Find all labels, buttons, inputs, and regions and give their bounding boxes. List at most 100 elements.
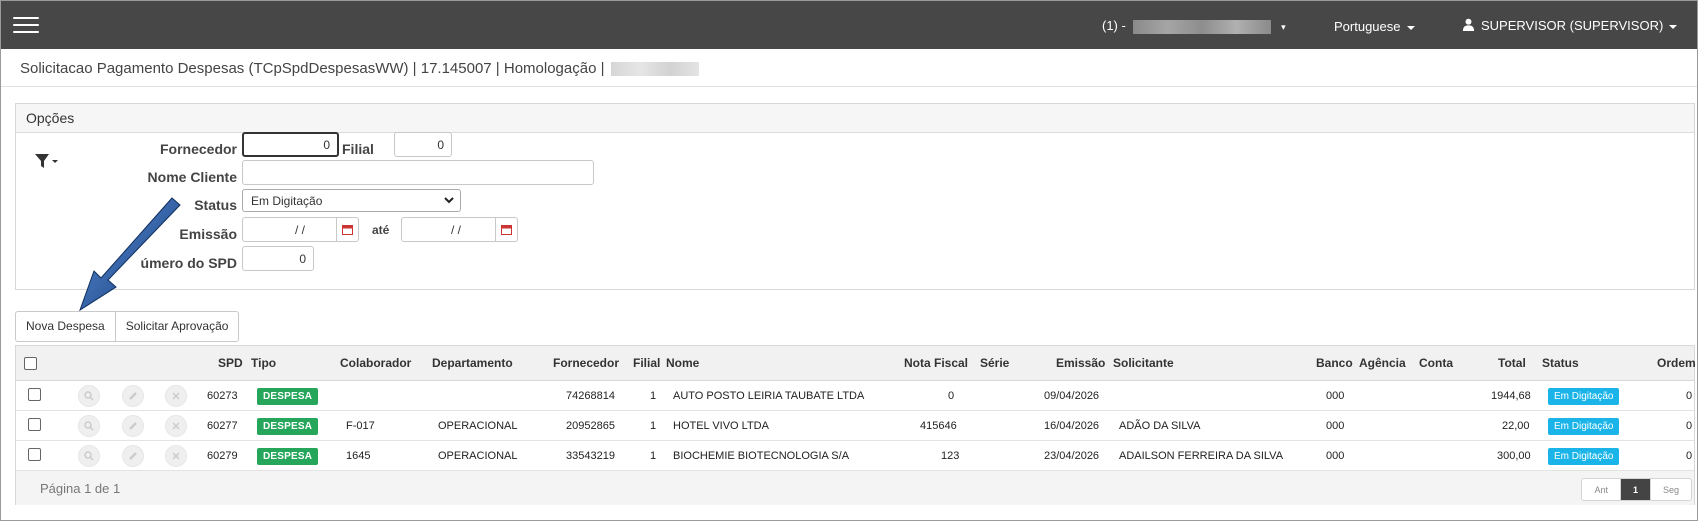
cell-nota-fiscal: 123 <box>941 450 960 462</box>
chevron-down-icon <box>1669 24 1678 29</box>
pager-page-1[interactable]: 1 <box>1619 479 1650 500</box>
filial-input[interactable] <box>394 132 452 157</box>
company-selector[interactable]: (1) - ▾ <box>1102 18 1286 34</box>
view-icon[interactable] <box>78 385 100 407</box>
fornecedor-label: Fornecedor <box>159 141 237 157</box>
col-departamento[interactable]: Departamento <box>432 356 513 370</box>
col-serie[interactable]: Série <box>980 356 1009 370</box>
emissao-from-value: / / <box>295 223 306 237</box>
cell-total: 22,00 <box>1502 420 1530 432</box>
edit-icon[interactable] <box>122 445 144 467</box>
redacted-company-name <box>1133 19 1272 34</box>
col-solicitante[interactable]: Solicitante <box>1113 356 1174 370</box>
tipo-badge: DESPESA <box>257 448 319 465</box>
user-icon <box>1462 18 1475 31</box>
col-ordem[interactable]: Ordem <box>1657 356 1696 370</box>
pager-next-button[interactable]: Seg <box>1649 479 1691 500</box>
cell-emissao: 23/04/2026 <box>1044 450 1100 462</box>
cell-filial: 1 <box>650 390 657 402</box>
delete-icon[interactable] <box>165 415 187 437</box>
row-checkbox[interactable] <box>28 388 41 401</box>
col-nome[interactable]: Nome <box>666 356 699 370</box>
table-row: 60279 DESPESA 1645 OPERACIONAL 33543219 … <box>16 441 1694 471</box>
emissao-to-input[interactable]: / / <box>401 217 518 242</box>
select-all-checkbox[interactable] <box>24 357 37 370</box>
user-menu[interactable]: SUPERVISOR (SUPERVISOR) <box>1462 18 1678 33</box>
top-navbar: (1) - ▾ Portuguese SUPERVISOR (SUPERVISO… <box>1 1 1697 49</box>
cell-nota-fiscal: 415646 <box>920 420 957 432</box>
cell-emissao: 16/04/2026 <box>1044 420 1100 432</box>
filial-label: Filial <box>342 141 374 157</box>
solicitar-aprovacao-button[interactable]: Solicitar Aprovação <box>114 312 239 341</box>
view-icon[interactable] <box>78 415 100 437</box>
hamburger-menu-icon[interactable] <box>13 17 39 35</box>
cell-ordem: 0 <box>1686 450 1693 462</box>
col-conta[interactable]: Conta <box>1419 356 1453 370</box>
cell-spd: 60273 <box>207 390 238 402</box>
col-spd[interactable]: SPD <box>218 356 243 370</box>
filter-icon[interactable] <box>34 152 60 170</box>
nova-despesa-button[interactable]: Nova Despesa <box>16 312 115 341</box>
numero-spd-input[interactable] <box>242 246 314 271</box>
cell-fornecedor: 74268814 <box>566 390 615 402</box>
cell-nota-fiscal: 0 <box>948 390 955 402</box>
action-button-group: Nova Despesa Solicitar Aprovação <box>15 311 240 342</box>
table-row: 60273 DESPESA 74268814 1 AUTO POSTO LEIR… <box>16 381 1694 411</box>
cell-ordem: 0 <box>1686 420 1693 432</box>
calendar-icon[interactable] <box>336 218 358 241</box>
page-title: Solicitacao Pagamento Despesas (TCpSpdDe… <box>20 60 699 77</box>
col-banco[interactable]: Banco <box>1316 356 1353 370</box>
fornecedor-input[interactable] <box>242 132 339 157</box>
delete-icon[interactable] <box>165 385 187 407</box>
status-badge: Em Digitação <box>1548 418 1620 435</box>
cell-spd: 60277 <box>207 420 238 432</box>
cell-emissao: 09/04/2026 <box>1044 390 1100 402</box>
chevron-down-icon <box>1406 25 1415 30</box>
delete-icon[interactable] <box>165 445 187 467</box>
nome-cliente-input[interactable] <box>242 160 594 185</box>
col-status[interactable]: Status <box>1542 356 1579 370</box>
cell-total: 1944,68 <box>1491 390 1531 402</box>
col-nota-fiscal[interactable]: Nota Fiscal <box>904 356 968 370</box>
options-panel: Opções Fornecedor Filial Nome Cliente St… <box>15 103 1695 290</box>
emissao-to-value: / / <box>451 223 462 237</box>
user-name: SUPERVISOR (SUPERVISOR) <box>1481 18 1664 33</box>
emissao-from-input[interactable]: / / <box>242 217 359 242</box>
status-badge: Em Digitação <box>1548 388 1620 405</box>
calendar-icon[interactable] <box>495 218 517 241</box>
tipo-badge: DESPESA <box>257 418 319 435</box>
cell-banco: 000 <box>1326 390 1345 402</box>
col-fornecedor[interactable]: Fornecedor <box>553 356 619 370</box>
cell-fornecedor: 20952865 <box>566 420 615 432</box>
cell-colaborador: 1645 <box>346 450 371 462</box>
cell-departamento: OPERACIONAL <box>438 450 518 462</box>
col-emissao[interactable]: Emissão <box>1056 356 1105 370</box>
col-agencia[interactable]: Agência <box>1359 356 1406 370</box>
redacted-environment <box>610 62 699 77</box>
grid-header: SPD Tipo Colaborador Departamento Fornec… <box>16 346 1696 381</box>
language-label: Portuguese <box>1334 19 1401 34</box>
pager-prev-button[interactable]: Ant <box>1582 479 1620 500</box>
tipo-badge: DESPESA <box>257 388 319 405</box>
row-checkbox[interactable] <box>28 448 41 461</box>
expenses-grid: SPD Tipo Colaborador Departamento Fornec… <box>15 345 1696 505</box>
col-tipo[interactable]: Tipo <box>251 356 276 370</box>
col-colaborador[interactable]: Colaborador <box>340 356 411 370</box>
cell-banco: 000 <box>1326 420 1345 432</box>
status-select-value: Em Digitação <box>251 194 323 208</box>
view-icon[interactable] <box>78 445 100 467</box>
grid-footer: Página 1 de 1 Ant 1 Seg <box>16 471 1694 505</box>
cell-ordem: 0 <box>1686 390 1693 402</box>
edit-icon[interactable] <box>122 385 144 407</box>
small-caret-icon: ▾ <box>1281 22 1286 32</box>
options-header: Opções <box>16 104 1694 133</box>
cell-solicitante: ADAILSON FERREIRA DA SILVA <box>1119 450 1284 462</box>
col-total[interactable]: Total <box>1498 356 1526 370</box>
edit-icon[interactable] <box>122 415 144 437</box>
language-dropdown[interactable]: Portuguese <box>1334 19 1415 34</box>
cell-nome: AUTO POSTO LEIRIA TAUBATE LTDA <box>673 390 865 402</box>
status-select[interactable]: Em Digitação <box>242 189 461 212</box>
row-checkbox[interactable] <box>28 418 41 431</box>
col-filial[interactable]: Filial <box>633 356 660 370</box>
cell-colaborador: F-017 <box>346 420 375 432</box>
